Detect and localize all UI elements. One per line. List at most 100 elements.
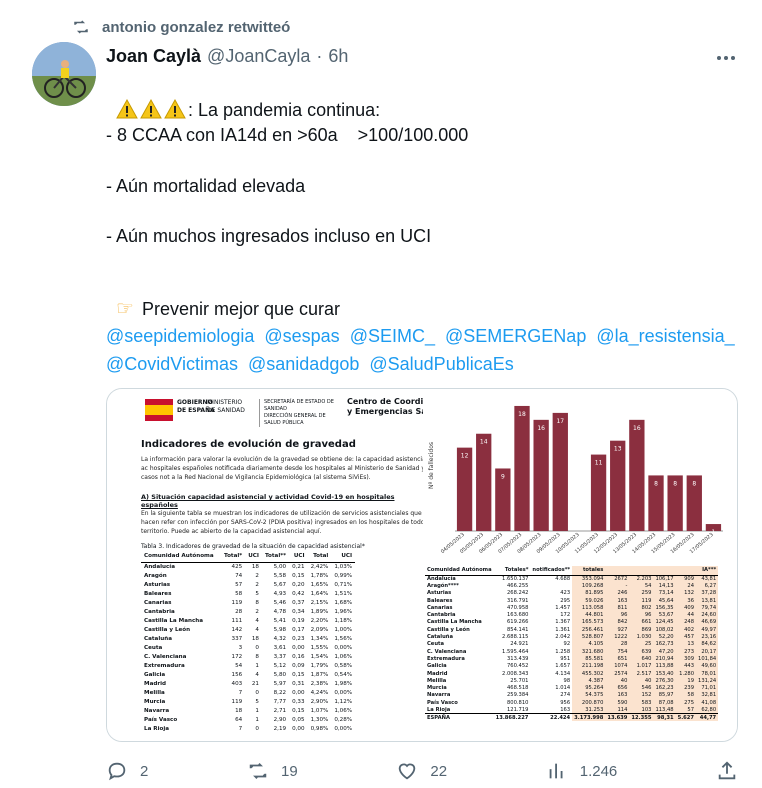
table-cell: 854.141 [506,626,529,633]
author-name[interactable]: Joan Caylà [106,46,201,67]
table-row: Aragón 74 2 5,58 0,15 1,78% 0,99% [141,571,355,580]
table-cell: 0,00 [292,644,305,651]
table-cell: 2 [255,608,259,615]
table-cell: Canarias [144,599,172,606]
table-cell: 121.719 [506,706,529,713]
table-cell: Navarra [144,707,170,714]
tweet-text-line: : La pandemia continua: [188,100,381,120]
table-cell: 4 [255,617,259,624]
table-cell: 0,17 [292,626,305,633]
table-row: País Vasco 64 1 2,90 0,05 1,30% 0,28% [141,715,355,724]
tweet-line-3: - Aún mortalidad elevada [106,176,306,196]
table-cell: 4.387 [572,677,606,685]
table-cell: 57 [675,706,697,714]
table-row: Madrid 2.008.343 4.134 455.302 2574 2.517 153,… [425,669,719,678]
reply-icon [108,762,126,781]
like-count: 22 [430,762,448,780]
mention-link[interactable]: @SEIMC_ [350,326,435,346]
table-cell: 45,64 [653,596,676,605]
table-header: Total** [261,551,290,563]
mention-link[interactable]: @CovidVictimas [106,354,238,374]
table-cell: 21 [251,680,259,687]
table-cell: 5,67 [273,581,287,588]
table-cell: 0,20 [292,581,305,588]
table-cell: 0,71% [334,581,353,588]
table-header: notificados** [530,566,573,576]
table-cell: 661 [629,618,654,627]
tweet-line-5: ☞ Prevenir mejor que curar [106,273,340,321]
table-row: Ceuta 3 0 3,61 0,00 1,55% 0,00% [141,643,355,652]
table-cell: La Rioja [144,725,170,732]
table-cell: 18 [251,635,259,642]
table-cell: 313.439 [506,655,529,662]
table-cell: 73,14 [653,589,676,597]
table-cell: 0,00 [292,725,305,732]
reply-button[interactable]: 2 [106,760,148,782]
table-cell: 6,27 [696,582,719,590]
table-cell: 8 [255,599,259,606]
doc-paragraph: La información para valorar la evolución… [141,456,436,481]
mention-link[interactable]: @sanidadgob [248,354,359,374]
avatar[interactable] [32,42,96,106]
table-cell: Baleares [144,590,172,597]
table-cell: 43,81 [696,575,719,583]
table-cell: 275 [675,699,697,707]
table-cell: 74 [235,572,243,579]
table-cell: 28 [605,640,630,648]
table-cell: 2,90% [310,698,329,705]
table-cell: 40 [605,677,630,685]
mention-link[interactable]: @la_resistensia_ [596,326,734,346]
table-cell: - [605,582,630,590]
tweet-media[interactable]: GOBIERNO DE ESPAÑA MINISTERIO DE SANIDAD… [106,388,738,742]
table-row: Madrid 403 21 5,97 0,31 2,38% 1,98% [141,679,355,688]
mention-link[interactable]: @sespas [264,326,339,346]
table-cell: 41,08 [696,699,719,707]
table-cell: 1074 [605,662,630,670]
timestamp[interactable]: 6h [328,46,348,67]
chart-bar [476,433,492,531]
table-cell: 2,09% [310,626,329,633]
table-header: Totales* [493,566,531,576]
author-handle[interactable]: @JoanCayla [207,46,310,67]
table-cell: Castilla La Mancha [144,617,204,624]
more-options-button[interactable] [712,48,740,68]
bar-value-label: 14 [480,439,488,446]
retweet-context[interactable]: antonio gonzalez retwitteó [72,18,290,36]
table-cell: País Vasco [144,716,178,723]
table-cell: 1,18% [334,617,353,624]
table-cell: Aragón [144,572,167,579]
pointing-hand-icon: ☞ [116,298,134,320]
table-cell: Cataluña [144,635,172,642]
table-cell: 162,23 [653,684,676,692]
table-cell: 13.639 [605,713,630,721]
table-cell: 443 [675,662,697,670]
share-button[interactable] [716,760,738,782]
more-icon [717,56,721,60]
like-button[interactable]: 22 [396,760,447,782]
retweet-button[interactable]: 19 [247,760,298,782]
warning-icon [116,98,138,119]
table-cell: 239 [675,684,697,692]
table-cell: 13,81 [696,596,719,605]
table-cell: 28 [235,608,243,615]
table-cell: 20,17 [696,647,719,656]
table-cell: 5,97 [273,680,287,687]
table-cell: 956 [560,699,571,706]
table-cell: 113,88 [653,662,676,670]
table-cell: 3,61 [273,644,287,651]
table-cell: 162,73 [653,640,676,648]
mention-link[interactable]: @seepidemiologia [106,326,254,346]
table-cell: 800.810 [506,699,529,706]
table-cell: 18 [235,707,243,714]
views-button[interactable]: 1.246 [546,760,617,782]
table-cell: 163.680 [506,612,529,619]
table-row: Murcia 468.518 1.014 95.264 656 546 162,23 239 7… [425,684,719,692]
mention-link[interactable]: @SaludPublicaEs [369,354,513,374]
table-cell: Galicia [144,671,166,678]
table-row: Melilla 7 0 8,22 0,00 4,24% 0,00% [141,688,355,697]
table-cell: 590 [605,699,630,707]
table-cell: 457 [675,633,697,641]
bar-value-label: 13 [614,446,622,453]
mention-link[interactable]: @SEMERGENap [445,326,586,346]
table-header: UCI [289,551,308,563]
